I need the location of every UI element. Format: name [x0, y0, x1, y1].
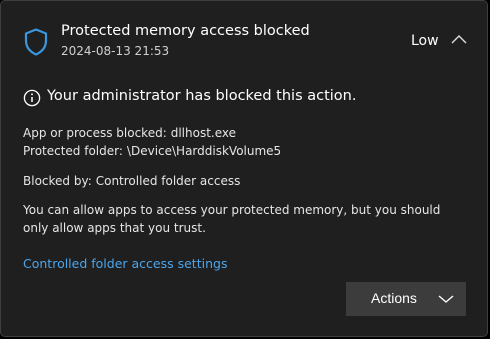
chevron-up-icon[interactable] [450, 32, 468, 46]
info-icon [23, 89, 41, 107]
notification-timestamp: 2024-08-13 21:53 [61, 44, 170, 58]
blocked-by-value: Controlled folder access [95, 174, 241, 188]
protected-folder-row: Protected folder: \Device\HarddiskVolume5 [23, 144, 281, 158]
controlled-folder-access-settings-link[interactable]: Controlled folder access settings [23, 256, 227, 271]
blocked-by-label: Blocked by: [23, 174, 92, 188]
actions-button[interactable]: Actions [346, 282, 466, 316]
shield-icon [24, 28, 48, 56]
chevron-down-icon [438, 295, 454, 303]
app-blocked-value: dllhost.exe [170, 126, 237, 140]
blocked-headline: Your administrator has blocked this acti… [47, 88, 357, 104]
notification-title: Protected memory access blocked [61, 23, 310, 39]
protected-folder-label: Protected folder: [23, 144, 123, 158]
app-blocked-row: App or process blocked: dllhost.exe [23, 126, 236, 140]
notification-card: Protected memory access blocked 2024-08-… [0, 0, 488, 337]
actions-button-label: Actions [371, 290, 417, 306]
allow-apps-message: You can allow apps to access your protec… [23, 203, 441, 235]
app-blocked-label: App or process blocked: [23, 126, 167, 140]
blocked-by-row: Blocked by: Controlled folder access [23, 174, 240, 188]
protected-folder-value: \Device\HarddiskVolume5 [126, 144, 282, 158]
severity-label: Low [411, 33, 439, 49]
